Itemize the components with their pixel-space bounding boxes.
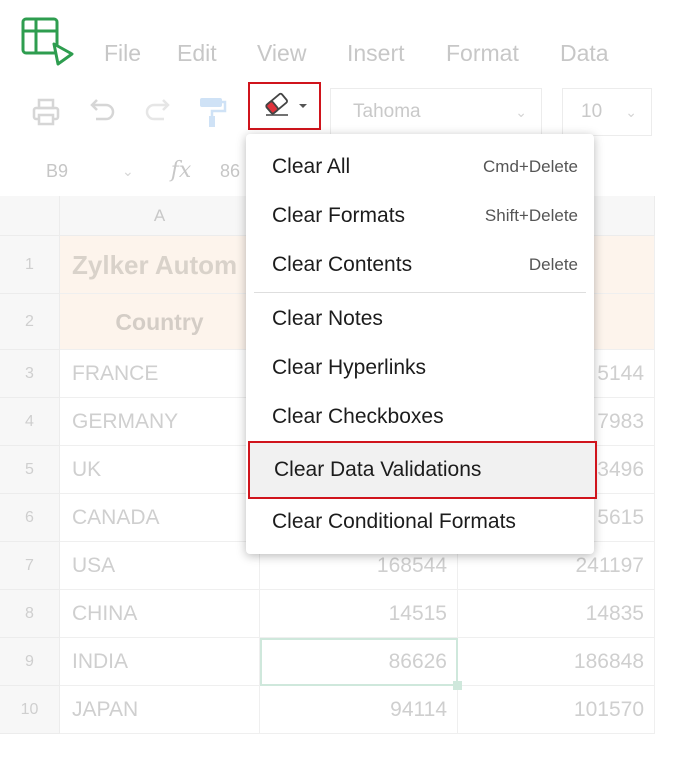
eraser-icon	[262, 91, 292, 122]
clear-dropdown-menu: Clear All Cmd+Delete Clear Formats Shift…	[246, 134, 597, 554]
cell-b10[interactable]: 94114	[260, 686, 458, 734]
row-header[interactable]: 10	[0, 686, 60, 734]
cell-c9[interactable]: 186848	[458, 638, 655, 686]
cell-a1[interactable]: Zylker Autom	[60, 236, 260, 294]
menu-item-clear-data-validations[interactable]: Clear Data Validations	[248, 441, 597, 499]
menu-item-clear-checkboxes[interactable]: Clear Checkboxes	[246, 393, 594, 441]
row-header[interactable]: 1	[0, 236, 60, 294]
row-header[interactable]: 4	[0, 398, 60, 446]
menu-item-clear-all[interactable]: Clear All Cmd+Delete	[246, 143, 594, 191]
menu-divider	[254, 292, 586, 293]
font-family-select[interactable]: Tahoma ⌄	[330, 88, 542, 136]
menu-item-clear-hyperlinks[interactable]: Clear Hyperlinks	[246, 344, 594, 392]
fx-icon[interactable]: fx	[158, 146, 204, 196]
cell-a8[interactable]: CHINA	[60, 590, 260, 638]
font-family-value: Tahoma	[353, 101, 421, 122]
chevron-down-icon: ⌄	[515, 104, 527, 120]
cell-a6[interactable]: CANADA	[60, 494, 260, 542]
cell-a7[interactable]: USA	[60, 542, 260, 590]
font-size-select[interactable]: 10 ⌄	[562, 88, 652, 136]
formula-input[interactable]: 86	[220, 146, 240, 196]
menu-item-clear-notes[interactable]: Clear Notes	[246, 295, 594, 343]
cell-a3[interactable]: FRANCE	[60, 350, 260, 398]
undo-icon[interactable]	[82, 92, 122, 132]
chevron-down-icon	[298, 97, 308, 115]
cell-a10[interactable]: JAPAN	[60, 686, 260, 734]
menu-data[interactable]: Data	[560, 40, 609, 67]
row-header[interactable]: 6	[0, 494, 60, 542]
menu-view[interactable]: View	[257, 40, 306, 67]
cell-c10[interactable]: 101570	[458, 686, 655, 734]
menu-bar: File Edit View Insert Format Data	[0, 0, 683, 90]
row-header[interactable]: 2	[0, 294, 60, 350]
menu-item-clear-contents[interactable]: Clear Contents Delete	[246, 241, 594, 289]
format-painter-icon[interactable]	[192, 92, 232, 132]
cell-reference: B9	[46, 161, 69, 181]
font-size-value: 10	[581, 101, 603, 122]
cell-c8[interactable]: 14835	[458, 590, 655, 638]
row-header[interactable]: 8	[0, 590, 60, 638]
menu-insert[interactable]: Insert	[347, 40, 405, 67]
name-box[interactable]: B9 ⌄	[0, 146, 150, 196]
chevron-down-icon: ⌄	[625, 104, 637, 120]
menu-item-clear-conditional-formats[interactable]: Clear Conditional Formats	[246, 498, 594, 546]
fill-handle[interactable]	[453, 681, 462, 690]
row-header[interactable]: 9	[0, 638, 60, 686]
row-header[interactable]: 3	[0, 350, 60, 398]
clear-button[interactable]	[248, 82, 321, 130]
row-header[interactable]: 5	[0, 446, 60, 494]
row-header[interactable]: 7	[0, 542, 60, 590]
cell-a2[interactable]: Country	[60, 294, 260, 350]
menu-format[interactable]: Format	[446, 40, 519, 67]
print-icon[interactable]	[26, 92, 66, 132]
redo-icon[interactable]	[138, 92, 178, 132]
select-all-corner[interactable]	[0, 196, 60, 236]
menu-file[interactable]: File	[104, 40, 141, 67]
cell-b9[interactable]: 86626	[260, 638, 458, 686]
chevron-down-icon: ⌄	[122, 163, 134, 179]
column-header-a[interactable]: A	[60, 196, 260, 236]
cell-a9[interactable]: INDIA	[60, 638, 260, 686]
sheet-app-icon[interactable]	[18, 14, 76, 72]
cell-a4[interactable]: GERMANY	[60, 398, 260, 446]
cell-a5[interactable]: UK	[60, 446, 260, 494]
menu-edit[interactable]: Edit	[177, 40, 217, 67]
cell-b8[interactable]: 14515	[260, 590, 458, 638]
menu-item-clear-formats[interactable]: Clear Formats Shift+Delete	[246, 192, 594, 240]
